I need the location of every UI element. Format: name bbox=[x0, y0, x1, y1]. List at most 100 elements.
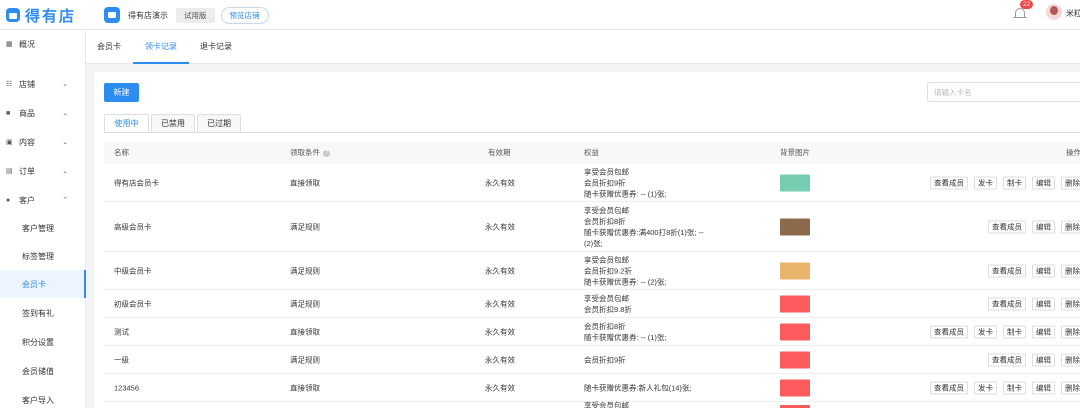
delete-button[interactable]: 删除 bbox=[1061, 381, 1080, 394]
make-button[interactable]: 制卡 bbox=[1003, 325, 1026, 338]
edit-button[interactable]: 编辑 bbox=[1032, 176, 1055, 189]
edit-button[interactable]: 编辑 bbox=[1032, 353, 1055, 366]
view-button[interactable]: 查看成员 bbox=[988, 264, 1026, 277]
row-actions: 查看成员 发卡 制卡 编辑 删除 bbox=[924, 325, 1080, 338]
row-actions: 查看成员 编辑 删除 bbox=[982, 353, 1080, 366]
sidebar-sub-customer-import[interactable]: 客户导入 bbox=[0, 386, 86, 408]
search-input[interactable] bbox=[927, 82, 1080, 102]
chevron-down-icon: ⌄ bbox=[62, 168, 68, 175]
store-icon bbox=[104, 7, 120, 23]
sidebar-sub-customer-manage[interactable]: 客户管理 bbox=[0, 214, 86, 242]
col-condition: 领取条件? bbox=[290, 142, 330, 164]
app-logo[interactable]: 得有店 bbox=[0, 0, 86, 30]
sidebar-item-label: 客户 bbox=[19, 195, 35, 205]
sidebar-item-label: 订单 bbox=[19, 166, 35, 176]
notification-badge: 22 bbox=[1020, 0, 1034, 9]
benefit-line: 随卡获赠优惠券:满400打8折(1)张; -- (2)张; bbox=[584, 227, 704, 248]
subtab-in-use[interactable]: 使用中 bbox=[104, 114, 149, 133]
view-button[interactable]: 查看成员 bbox=[988, 220, 1026, 233]
edit-button[interactable]: 编辑 bbox=[1032, 381, 1055, 394]
benefits: 会员折扣9折 bbox=[584, 354, 714, 365]
card-background-swatch bbox=[780, 351, 810, 368]
help-icon[interactable]: ? bbox=[323, 149, 330, 157]
sidebar-item-store[interactable]: ☷ 店铺 ⌄ bbox=[0, 70, 86, 98]
card-name: 高级会员卡 bbox=[114, 222, 152, 231]
delete-button[interactable]: 删除 bbox=[1061, 264, 1080, 277]
card-background-swatch bbox=[780, 295, 810, 312]
col-name: 名称 bbox=[114, 148, 129, 157]
edit-button[interactable]: 编辑 bbox=[1032, 325, 1055, 338]
avatar[interactable] bbox=[1046, 4, 1062, 20]
trial-badge: 试用版 bbox=[176, 7, 215, 23]
tab-claim-records[interactable]: 领卡记录 bbox=[133, 30, 189, 64]
row-actions: 查看成员 编辑 删除 bbox=[982, 297, 1080, 310]
benefit-line: 会员折扣8折 bbox=[584, 321, 626, 331]
sidebar-sub-points-settings[interactable]: 积分设置 bbox=[0, 328, 86, 356]
view-button[interactable]: 查看成员 bbox=[930, 381, 968, 394]
tab-refund-records[interactable]: 退卡记录 bbox=[200, 30, 232, 64]
chevron-down-icon: ⌄ bbox=[62, 139, 68, 146]
benefit-line: 会员折扣9折 bbox=[584, 355, 626, 364]
make-button[interactable]: 制卡 bbox=[1003, 381, 1026, 394]
store-icon: ☷ bbox=[6, 81, 13, 88]
delete-button[interactable]: 删除 bbox=[1061, 297, 1080, 310]
benefit-line: 会员折扣9.2折 bbox=[584, 266, 632, 275]
card-name: 得有店会员卡 bbox=[114, 178, 159, 187]
username[interactable]: 米粒 bbox=[1066, 8, 1080, 19]
sidebar-item-goods[interactable]: ■ 商品 ⌄ bbox=[0, 99, 86, 127]
row-actions: 查看成员 编辑 删除 bbox=[982, 220, 1080, 233]
claim-condition: 直接领取 bbox=[290, 383, 320, 392]
benefits: 享受会员包邮 bbox=[584, 400, 714, 408]
edit-button[interactable]: 编辑 bbox=[1032, 220, 1055, 233]
store-name[interactable]: 得有店演示 bbox=[128, 10, 168, 21]
card-name: 一级 bbox=[114, 355, 129, 364]
table-row: 一级 满足规则 永久有效 会员折扣9折 查看成员 编辑 删除 bbox=[104, 346, 1080, 374]
validity: 永久有效 bbox=[485, 178, 515, 187]
card-background-swatch bbox=[780, 218, 810, 235]
chevron-down-icon: ⌄ bbox=[62, 110, 68, 117]
sidebar-sub-member-deposit[interactable]: 会员储值 bbox=[0, 357, 86, 385]
validity: 永久有效 bbox=[485, 383, 515, 392]
subtab-expired[interactable]: 已过期 bbox=[197, 114, 241, 133]
sidebar-item-orders[interactable]: ▤ 订单 ⌄ bbox=[0, 157, 86, 185]
delete-button[interactable]: 删除 bbox=[1061, 325, 1080, 338]
validity: 永久有效 bbox=[485, 355, 515, 364]
view-button[interactable]: 查看成员 bbox=[988, 297, 1026, 310]
delete-button[interactable]: 删除 bbox=[1061, 220, 1080, 233]
sidebar-sub-tag-manage[interactable]: 标签管理 bbox=[0, 242, 86, 270]
view-button[interactable]: 查看成员 bbox=[930, 325, 968, 338]
table-row: 享受会员包邮 bbox=[104, 400, 1080, 408]
sidebar-item-content[interactable]: ▣ 内容 ⌄ bbox=[0, 128, 86, 156]
claim-condition: 满足规则 bbox=[290, 355, 320, 364]
benefit-line: 享受会员包邮 bbox=[584, 293, 629, 303]
subtab-disabled[interactable]: 已禁用 bbox=[151, 114, 195, 133]
benefit-line: 享受会员包邮 bbox=[584, 167, 629, 176]
tab-member-card[interactable]: 会员卡 bbox=[97, 30, 121, 64]
sidebar-sub-checkin-gift[interactable]: 签到有礼 bbox=[0, 299, 86, 327]
claim-condition: 满足规则 bbox=[290, 222, 320, 231]
sidebar-sub-member-card[interactable]: 会员卡 bbox=[0, 270, 86, 298]
benefits: 会员折扣8折 随卡获赠优惠券: -- (1)张; bbox=[584, 321, 714, 343]
delete-button[interactable]: 删除 bbox=[1061, 353, 1080, 366]
view-button[interactable]: 查看成员 bbox=[930, 176, 968, 189]
edit-button[interactable]: 编辑 bbox=[1032, 297, 1055, 310]
issue-button[interactable]: 发卡 bbox=[974, 325, 997, 338]
issue-button[interactable]: 发卡 bbox=[974, 176, 997, 189]
claim-condition: 满足规则 bbox=[290, 266, 320, 275]
benefits: 享受会员包邮 会员折扣9.2折 随卡获赠优惠券: -- (2)张; bbox=[584, 254, 714, 287]
benefits: 享受会员包邮 会员折扣9.8折 bbox=[584, 293, 714, 315]
sidebar-item-label: 商品 bbox=[19, 108, 35, 118]
issue-button[interactable]: 发卡 bbox=[974, 381, 997, 394]
table-header: 名称 领取条件? 有效期 权益 背景图片 操作 bbox=[104, 142, 1080, 164]
sidebar-item-customers[interactable]: ● 客户 ⌃ bbox=[0, 186, 86, 214]
delete-button[interactable]: 删除 bbox=[1061, 176, 1080, 189]
view-button[interactable]: 查看成员 bbox=[988, 353, 1026, 366]
new-button[interactable]: 新建 bbox=[104, 83, 139, 102]
preview-store-button[interactable]: 预览店铺 bbox=[220, 6, 269, 24]
make-button[interactable]: 制卡 bbox=[1003, 176, 1026, 189]
edit-button[interactable]: 编辑 bbox=[1032, 264, 1055, 277]
order-icon: ▤ bbox=[6, 168, 13, 175]
table-row: 123456 直接领取 永久有效 随卡获赠优惠券:新人礼包(14)张; 查看成员 发卡 制卡… bbox=[104, 374, 1080, 402]
sidebar-item-overview[interactable]: ▦ 概况 bbox=[0, 30, 86, 58]
validity: 永久有效 bbox=[485, 327, 515, 336]
